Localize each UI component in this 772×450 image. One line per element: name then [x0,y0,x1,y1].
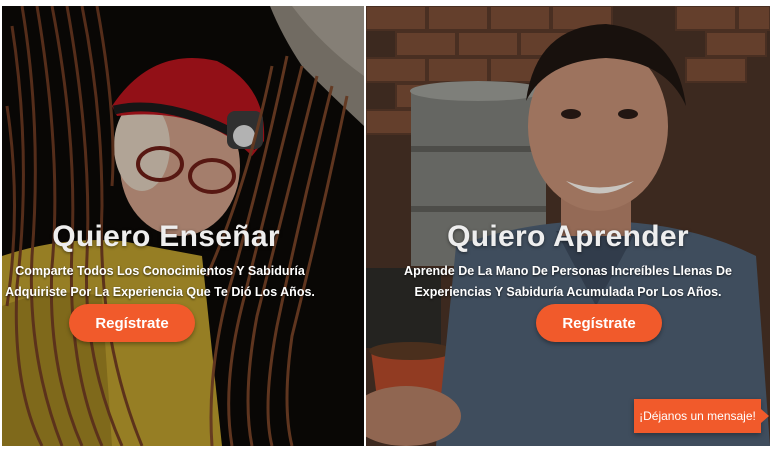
leave-message-button[interactable]: ¡Déjanos un mensaje! [634,399,761,433]
teach-description: Comparte Todos Los Conocimientos Y Sabid… [2,261,364,303]
teach-desc-line-2: Adquiriste Por La Experiencia Que Te Dió… [5,285,315,299]
learn-panel: Quiero Aprender Aprende De La Mano De Pe… [366,6,770,446]
learn-desc-line-2: Experiencias Y Sabiduría Acumulada Por L… [414,285,722,299]
learn-register-button[interactable]: Regístrate [536,304,662,342]
learn-description: Aprende De La Mano De Personas Increíble… [366,261,770,303]
learn-title: Quiero Aprender [447,220,689,253]
teach-title: Quiero Enseñar [52,220,280,253]
chat-bubble-tail [761,409,769,423]
teach-register-button[interactable]: Regístrate [69,304,195,342]
learn-desc-line-1: Aprende De La Mano De Personas Increíble… [404,264,732,278]
teach-desc-line-1: Comparte Todos Los Conocimientos Y Sabid… [15,264,305,278]
teach-panel: Quiero Enseñar Comparte Todos Los Conoci… [2,6,364,446]
